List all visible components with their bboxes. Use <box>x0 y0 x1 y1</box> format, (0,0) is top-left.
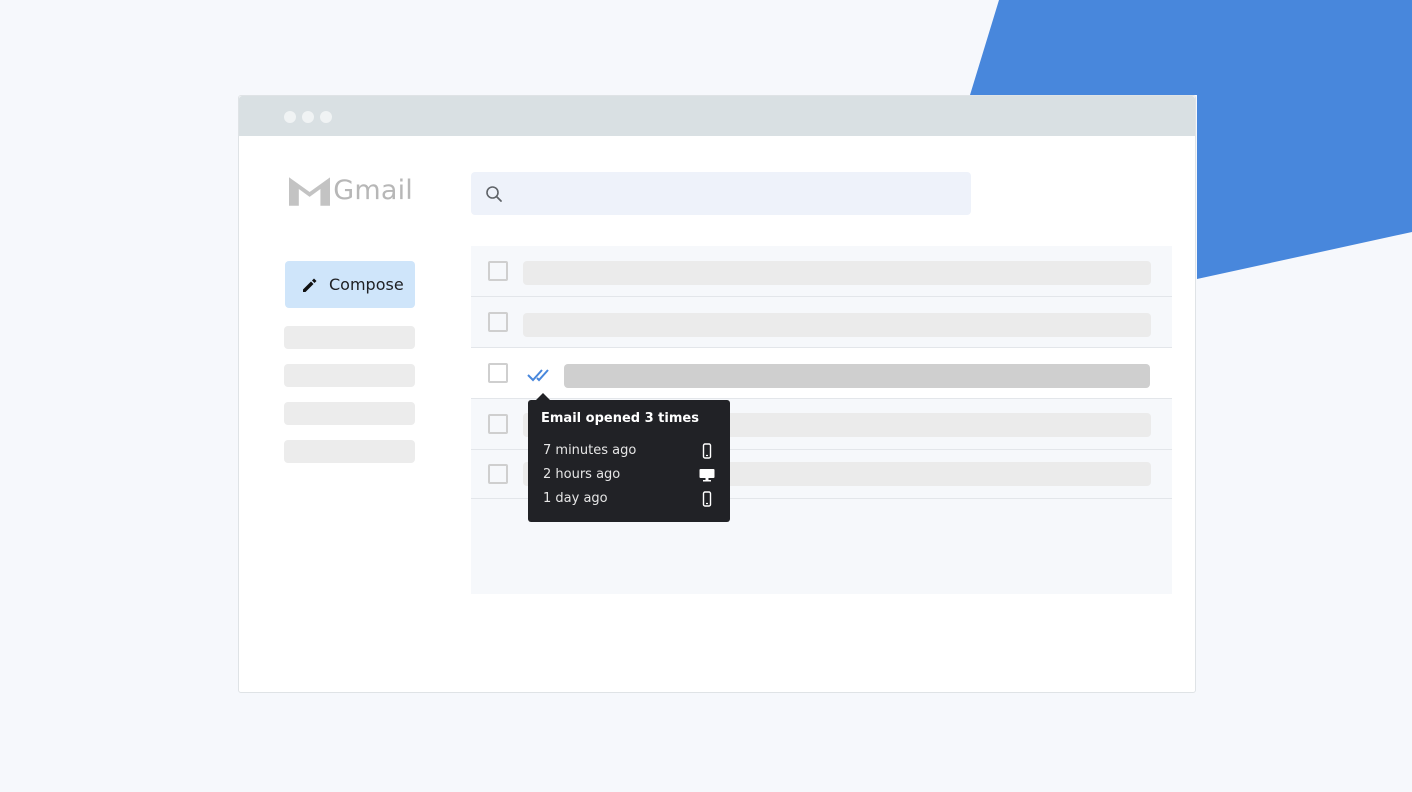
window-dot-icon <box>302 111 314 123</box>
desktop-monitor-icon <box>699 469 715 482</box>
window-dot-icon <box>284 111 296 123</box>
open-event: 1 day ago <box>543 489 715 509</box>
row-checkbox[interactable] <box>488 464 508 484</box>
compose-button[interactable]: Compose <box>285 261 415 308</box>
open-tracking-tooltip: Email opened 3 times 7 minutes ago 2 hou… <box>528 393 730 522</box>
tooltip-arrow <box>536 393 550 400</box>
browser-window: Gmail Compose Email opened 3 times 7 min… <box>238 95 1196 693</box>
mobile-phone-icon <box>702 443 712 459</box>
open-event: 7 minutes ago <box>543 441 715 461</box>
row-checkbox[interactable] <box>488 261 508 281</box>
compose-label: Compose <box>329 275 404 294</box>
open-time: 7 minutes ago <box>543 443 637 458</box>
open-event: 2 hours ago <box>543 465 715 485</box>
gmail-logo[interactable]: Gmail <box>289 172 413 208</box>
email-row[interactable] <box>471 246 1172 297</box>
row-checkbox[interactable] <box>488 312 508 332</box>
tooltip-title: Email opened 3 times <box>541 411 699 426</box>
email-subject-placeholder <box>523 313 1151 337</box>
open-time: 2 hours ago <box>543 467 621 482</box>
open-time: 1 day ago <box>543 491 608 506</box>
row-checkbox[interactable] <box>488 363 508 383</box>
row-checkbox[interactable] <box>488 414 508 434</box>
sidebar-item-placeholder[interactable] <box>284 402 415 425</box>
sidebar-item-placeholder[interactable] <box>284 364 415 387</box>
email-row-tracked[interactable] <box>471 348 1172 399</box>
gmail-m-icon <box>289 177 331 206</box>
email-row[interactable] <box>471 297 1172 348</box>
sidebar-item-placeholder[interactable] <box>284 440 415 463</box>
email-subject-placeholder <box>564 364 1150 388</box>
pencil-icon <box>303 278 317 292</box>
search-icon <box>486 186 502 202</box>
sidebar-item-placeholder[interactable] <box>284 326 415 349</box>
window-titlebar <box>239 96 1195 136</box>
gmail-logo-text: Gmail <box>333 174 413 206</box>
double-check-icon[interactable] <box>527 368 553 382</box>
window-dot-icon <box>320 111 332 123</box>
mobile-phone-icon <box>702 491 712 507</box>
search-bar[interactable] <box>471 172 971 215</box>
email-subject-placeholder <box>523 261 1151 285</box>
